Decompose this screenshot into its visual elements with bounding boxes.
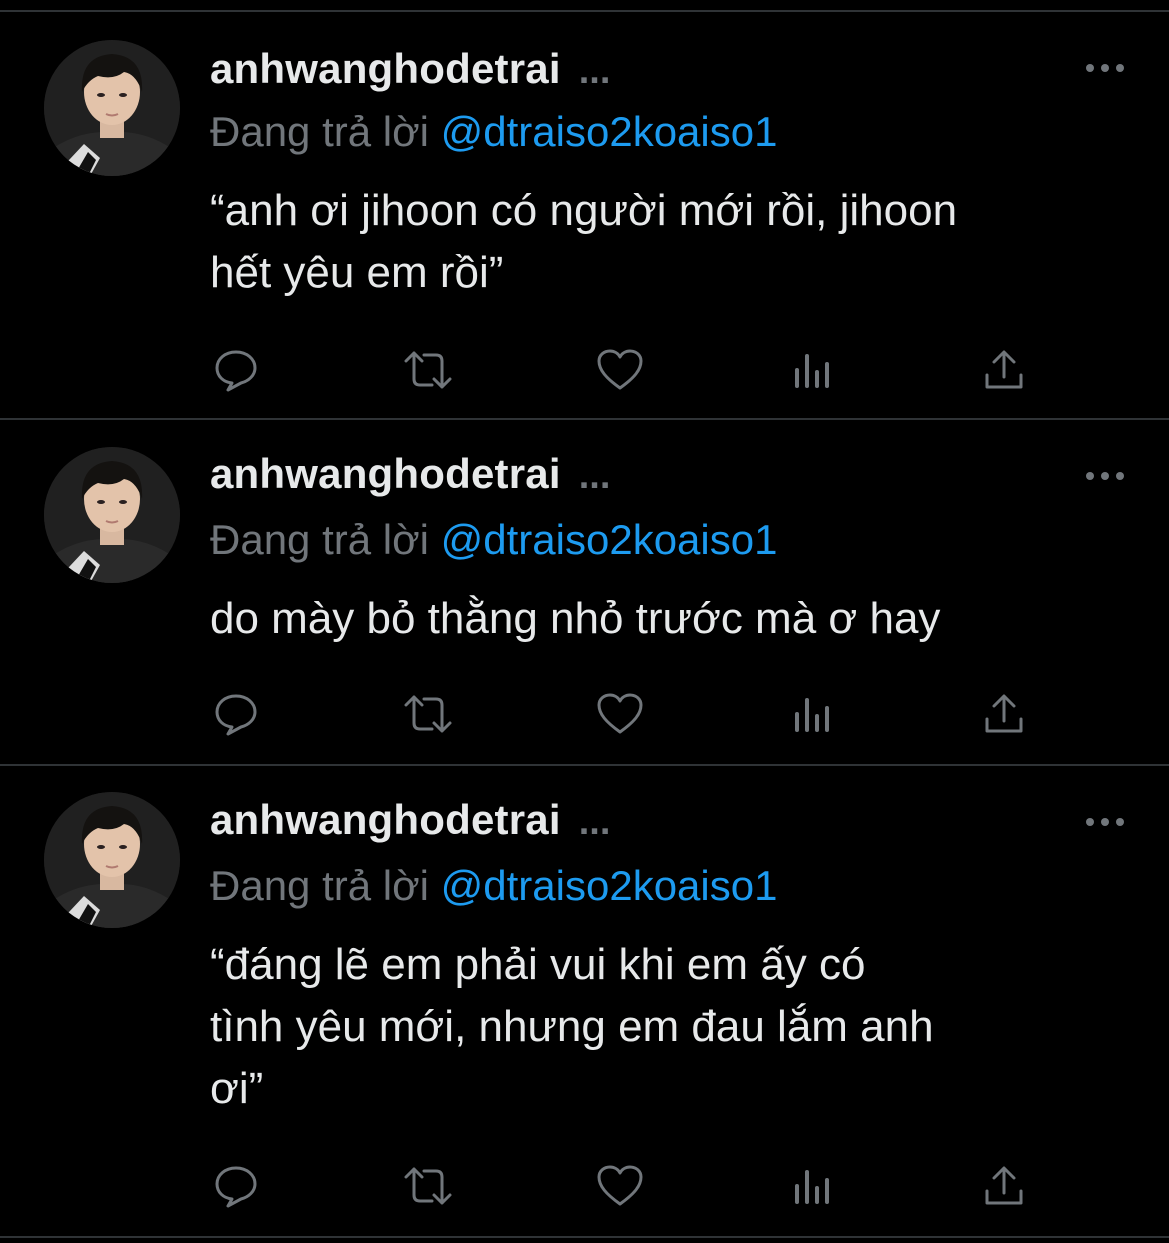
- tweet-3[interactable]: anhwanghodetrai ... Đang trả lời @dtrais…: [0, 766, 1169, 1236]
- username-ellipsis: ...: [578, 455, 611, 497]
- like-icon[interactable]: [590, 684, 650, 744]
- tweet-text: “anh ơi jihoon có người mới rồi, jihoon …: [210, 186, 958, 297]
- views-icon[interactable]: [782, 684, 842, 744]
- tweet-text: “đáng lẽ em phải vui khi em ấy có tình y…: [210, 940, 934, 1113]
- username-row: anhwanghodetrai ...: [210, 796, 610, 846]
- username-row: anhwanghodetrai ...: [210, 45, 610, 95]
- avatar[interactable]: [44, 792, 180, 928]
- username[interactable]: anhwanghodetrai: [210, 450, 561, 498]
- views-icon[interactable]: [782, 1156, 842, 1216]
- share-icon[interactable]: [974, 340, 1034, 400]
- tweet-text: do mày bỏ thằng nhỏ trước mà ơ hay: [210, 594, 941, 643]
- reply-icon[interactable]: [206, 340, 266, 400]
- views-icon[interactable]: [782, 340, 842, 400]
- action-bar: [0, 684, 1169, 744]
- retweet-icon[interactable]: [398, 340, 458, 400]
- reply-handle-link[interactable]: @dtraiso2koaiso1: [441, 108, 778, 155]
- replying-to-label: Đang trả lời: [210, 516, 429, 563]
- replying-to: Đang trả lời @dtraiso2koaiso1: [210, 516, 777, 564]
- more-options-icon[interactable]: [1080, 48, 1130, 88]
- retweet-icon[interactable]: [398, 1156, 458, 1216]
- avatar[interactable]: [44, 447, 180, 583]
- username-ellipsis: ...: [578, 801, 611, 843]
- tweet-2[interactable]: anhwanghodetrai ... Đang trả lời @dtrais…: [0, 420, 1169, 764]
- share-icon[interactable]: [974, 1156, 1034, 1216]
- username-ellipsis: ...: [578, 50, 611, 92]
- divider: [0, 1236, 1169, 1238]
- action-bar: [0, 340, 1169, 400]
- replying-to-label: Đang trả lời: [210, 862, 429, 909]
- replying-to-label: Đang trả lời: [210, 108, 429, 155]
- more-options-icon[interactable]: [1080, 802, 1130, 842]
- replying-to: Đang trả lời @dtraiso2koaiso1: [210, 862, 777, 910]
- retweet-icon[interactable]: [398, 684, 458, 744]
- more-options-icon[interactable]: [1080, 456, 1130, 496]
- reply-handle-link[interactable]: @dtraiso2koaiso1: [441, 862, 778, 909]
- reply-feed: anhwanghodetrai ... Đang trả lời @dtrais…: [0, 0, 1169, 1243]
- reply-handle-link[interactable]: @dtraiso2koaiso1: [441, 516, 778, 563]
- avatar[interactable]: [44, 40, 180, 176]
- action-bar: [0, 1156, 1169, 1216]
- replying-to: Đang trả lời @dtraiso2koaiso1: [210, 108, 777, 156]
- like-icon[interactable]: [590, 340, 650, 400]
- reply-icon[interactable]: [206, 684, 266, 744]
- username[interactable]: anhwanghodetrai: [210, 796, 561, 844]
- tweet-1[interactable]: anhwanghodetrai ... Đang trả lời @dtrais…: [0, 0, 1169, 418]
- reply-icon[interactable]: [206, 1156, 266, 1216]
- like-icon[interactable]: [590, 1156, 650, 1216]
- share-icon[interactable]: [974, 684, 1034, 744]
- username[interactable]: anhwanghodetrai: [210, 45, 561, 93]
- username-row: anhwanghodetrai ...: [210, 450, 610, 500]
